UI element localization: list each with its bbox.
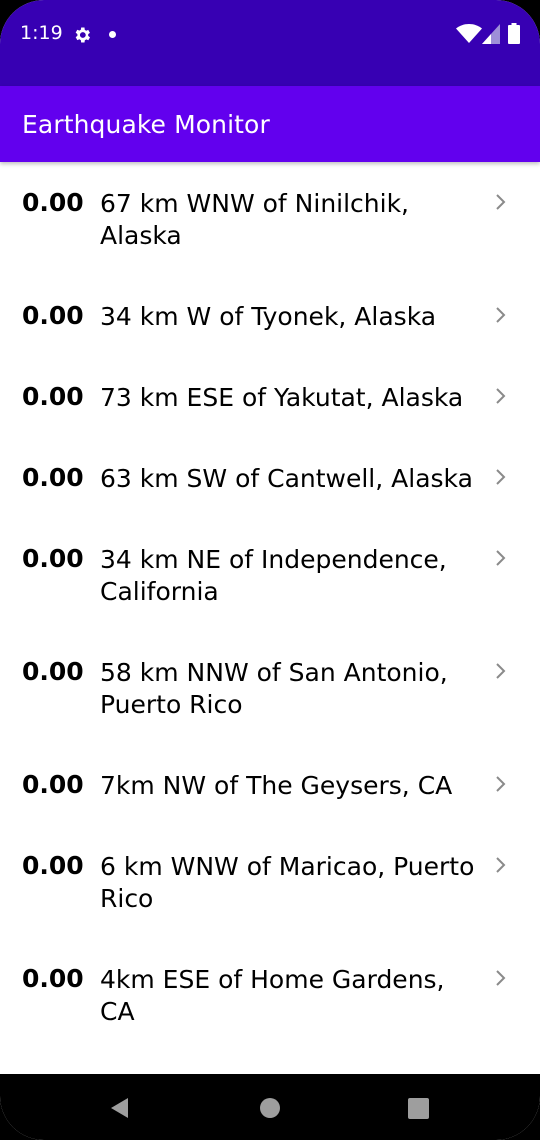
chevron-right-icon bbox=[496, 388, 506, 404]
chevron-right-icon bbox=[496, 307, 506, 323]
notification-dot-icon bbox=[109, 31, 116, 38]
magnitude-label: 0.00 bbox=[22, 463, 84, 492]
chevron-right-icon bbox=[496, 857, 506, 873]
chevron-right-icon bbox=[496, 663, 506, 679]
place-label: 4km ESE of Home Gardens, CA bbox=[100, 965, 445, 1026]
chevron-right-icon bbox=[496, 970, 506, 986]
wifi-icon bbox=[456, 24, 482, 43]
back-icon[interactable] bbox=[108, 1096, 132, 1120]
place-label: 67 km WNW of Ninilchik, Alaska bbox=[100, 189, 410, 250]
navigation-bar bbox=[0, 1074, 540, 1140]
chevron-right-icon bbox=[496, 469, 506, 485]
magnitude-label: 0.00 bbox=[22, 301, 84, 330]
place-label: 63 km SW of Cantwell, Alaska bbox=[100, 464, 473, 493]
magnitude-label: 0.00 bbox=[22, 188, 84, 217]
place-label: 34 km NE of Independence, California bbox=[100, 545, 447, 606]
gear-icon bbox=[75, 27, 90, 43]
status-time: 1:19 bbox=[20, 22, 63, 44]
place-label: 7km NW of The Geysers, CA bbox=[100, 771, 453, 800]
magnitude-label: 0.00 bbox=[22, 964, 84, 993]
recents-icon[interactable] bbox=[408, 1098, 429, 1119]
app-bar: Earthquake Monitor bbox=[0, 86, 540, 162]
list-item[interactable]: 0.00 63 km SW of Cantwell, Alaska bbox=[0, 437, 540, 518]
chevron-right-icon bbox=[496, 550, 506, 566]
list-item[interactable]: 0.00 7km NW of The Geysers, CA bbox=[0, 744, 540, 825]
status-bar: 1:19 bbox=[0, 0, 540, 86]
magnitude-label: 0.00 bbox=[22, 544, 84, 573]
app-title: Earthquake Monitor bbox=[22, 110, 270, 139]
chevron-right-icon bbox=[496, 194, 506, 210]
place-label: 34 km W of Tyonek, Alaska bbox=[100, 302, 437, 331]
phone-screen: 1:19 Earthquake Monitor 0.00 67 km WNW o… bbox=[0, 0, 540, 1140]
magnitude-label: 0.00 bbox=[22, 770, 84, 799]
list-item[interactable]: 0.00 58 km NNW of San Antonio, Puerto Ri… bbox=[0, 631, 540, 744]
list-item[interactable]: 0.00 34 km W of Tyonek, Alaska bbox=[0, 275, 540, 356]
home-icon[interactable] bbox=[259, 1097, 281, 1119]
magnitude-label: 0.00 bbox=[22, 382, 84, 411]
magnitude-label: 0.00 bbox=[22, 657, 84, 686]
list-item[interactable]: 0.00 67 km WNW of Ninilchik, Alaska bbox=[0, 162, 540, 275]
list-item[interactable]: 0.00 4km ESE of Home Gardens, CA bbox=[0, 938, 540, 1051]
battery-icon bbox=[508, 23, 520, 44]
list-item[interactable]: 0.00 34 km NE of Independence, Californi… bbox=[0, 518, 540, 631]
signal-icon bbox=[482, 24, 500, 44]
place-label: 73 km ESE of Yakutat, Alaska bbox=[100, 383, 464, 412]
place-label: 58 km NNW of San Antonio, Puerto Rico bbox=[100, 658, 448, 719]
chevron-right-icon bbox=[496, 776, 506, 792]
list-item[interactable]: 0.00 6 km WNW of Maricao, Puerto Rico bbox=[0, 825, 540, 938]
list-item[interactable]: 0.00 73 km ESE of Yakutat, Alaska bbox=[0, 356, 540, 437]
magnitude-label: 0.00 bbox=[22, 851, 84, 880]
earthquake-list[interactable]: 0.00 67 km WNW of Ninilchik, Alaska 0.00… bbox=[0, 162, 540, 1074]
place-label: 6 km WNW of Maricao, Puerto Rico bbox=[100, 852, 475, 913]
